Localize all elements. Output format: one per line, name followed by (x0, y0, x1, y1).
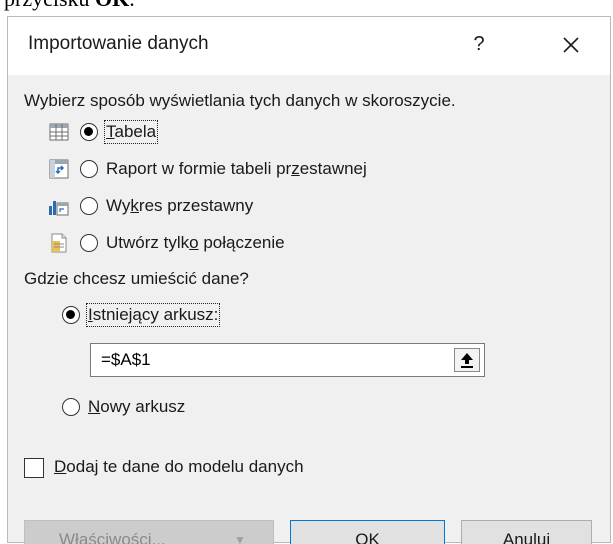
option-new-sheet-label: Nowy arkusz (88, 397, 186, 416)
close-button[interactable] (555, 29, 587, 61)
pivot-table-icon (49, 159, 69, 179)
option-table[interactable]: Tabela (48, 118, 159, 146)
table-icon (49, 123, 69, 141)
option-connection-only[interactable]: Utwórz tylko połączenie (48, 229, 285, 257)
pivot-chart-icon (49, 201, 69, 216)
properties-button[interactable]: Właściwości... ▼ (24, 520, 274, 544)
data-model-checkbox[interactable] (24, 458, 44, 478)
option-table-label: Tabela (103, 120, 159, 144)
option-pivot-chart[interactable]: Wykres przestawny (48, 192, 253, 220)
dialog-title: Importowanie danych (28, 33, 209, 54)
radio-connection-only[interactable] (80, 234, 98, 252)
radio-pivot-chart[interactable] (80, 197, 98, 215)
document-caption: przycisku OK. (4, 0, 135, 12)
option-pivot-table[interactable]: Raport w formie tabeli przestawnej (48, 155, 367, 183)
radio-pivot-table[interactable] (80, 160, 98, 178)
connection-only-icon (51, 233, 67, 253)
dropdown-arrow-icon: ▼ (234, 533, 246, 544)
radio-new-sheet[interactable] (62, 398, 80, 416)
option-new-sheet[interactable]: Nowy arkusz (62, 393, 185, 421)
help-button[interactable]: ? (464, 29, 494, 59)
collapse-dialog-button[interactable] (454, 348, 480, 372)
option-connection-only-label: Utwórz tylko połączenie (106, 233, 285, 252)
import-data-dialog: Importowanie danych ? Wybierz sposób wyś… (7, 16, 611, 544)
location-section-heading: Gdzie chcesz umieścić dane? (24, 269, 249, 288)
option-existing-sheet-label: Istniejący arkusz: (85, 303, 221, 327)
cell-reference-input[interactable] (91, 344, 456, 376)
cell-reference-field (90, 343, 485, 377)
close-icon (563, 37, 579, 53)
radio-table[interactable] (80, 123, 98, 141)
arrow-up-icon (461, 353, 473, 368)
view-section-heading: Wybierz sposób wyświetlania tych danych … (24, 91, 456, 110)
radio-existing-sheet[interactable] (62, 306, 80, 324)
option-pivot-chart-label: Wykres przestawny (106, 196, 254, 215)
dialog-titlebar: Importowanie danych ? (8, 17, 610, 75)
dialog-body: Wybierz sposób wyświetlania tych danych … (8, 75, 610, 544)
ok-button[interactable]: OK (290, 520, 445, 544)
data-model-label[interactable]: Dodaj te dane do modelu danych (54, 457, 304, 477)
page: przycisku OK. Importowanie danych ? Wybi… (0, 0, 613, 544)
option-existing-sheet[interactable]: Istniejący arkusz: (62, 301, 221, 329)
cancel-button[interactable]: Anuluj (461, 520, 592, 544)
option-pivot-table-label: Raport w formie tabeli przestawnej (106, 159, 367, 178)
